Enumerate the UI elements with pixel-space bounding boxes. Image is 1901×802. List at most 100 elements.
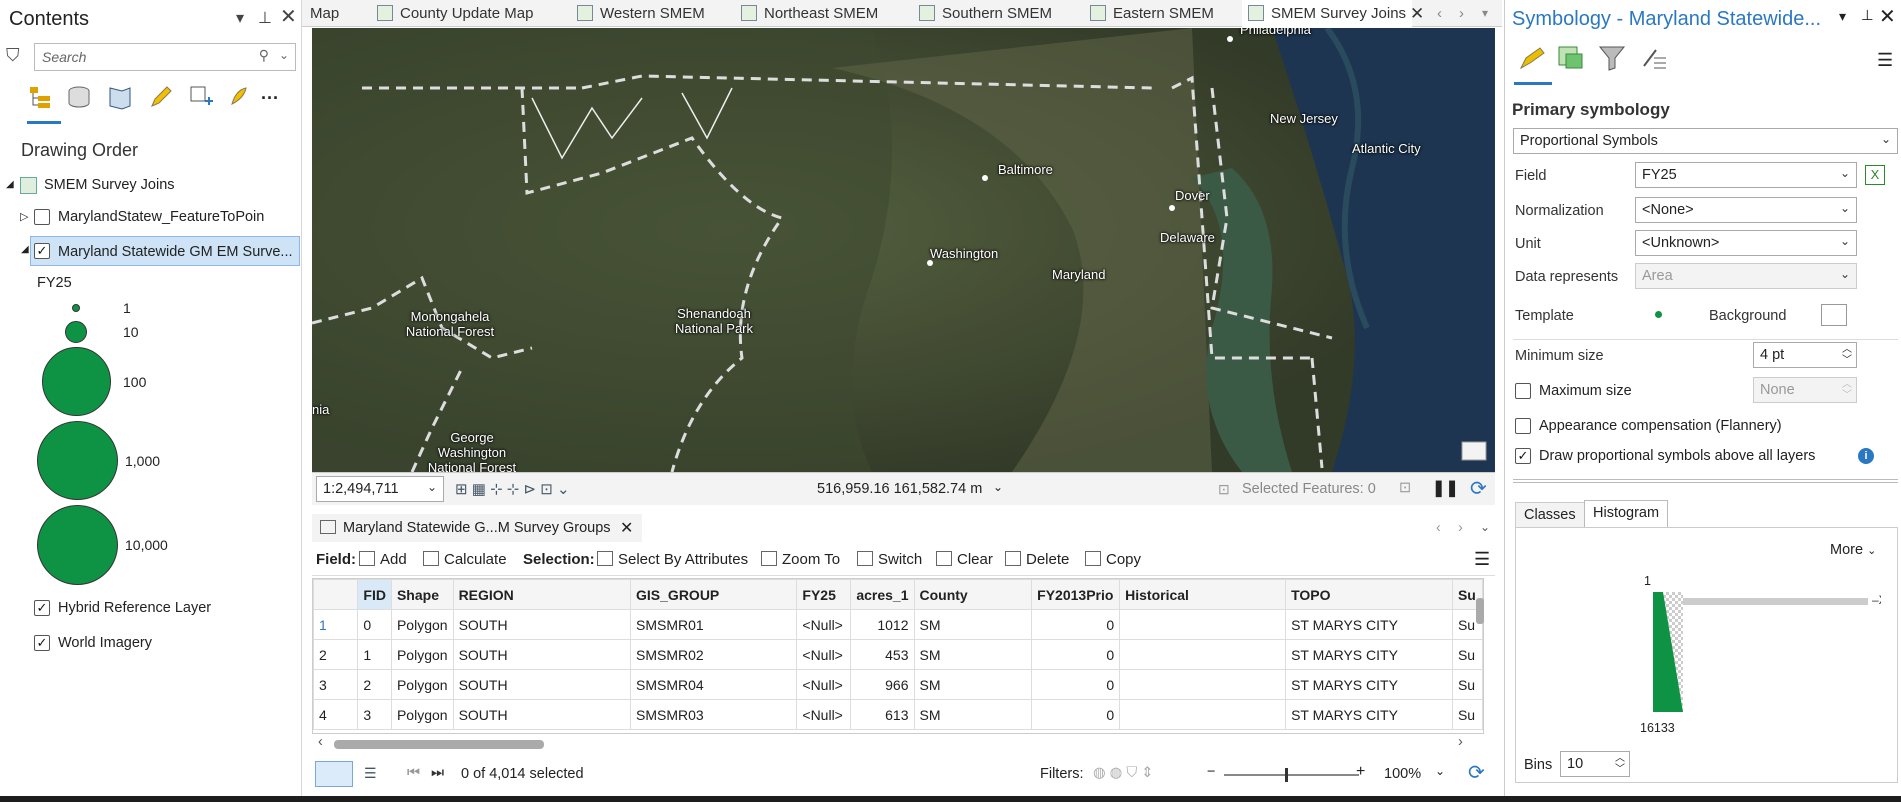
refresh-icon[interactable]: ⟳ [1468,760,1485,785]
vary-symbology-tab[interactable] [1556,44,1586,72]
coordinates-readout[interactable]: 516,959.16 161,582.74 m [817,481,982,497]
filter-icons[interactable]: ◍ ◍ ⛉ ⇕ [1093,765,1153,781]
chevron-down-icon[interactable]: ⌄ [1435,764,1445,778]
scroll-left-icon[interactable]: ‹ [1437,0,1442,27]
tree-item-statewide-selected[interactable]: ✓ Maryland Statewide GM EM Surve... [30,236,300,266]
table-cell[interactable]: SMSMR01 [630,609,798,640]
map-overview-icon[interactable] [1461,441,1487,461]
table-cell[interactable]: ST MARYS CITY [1285,669,1453,700]
symbol-layer-drawing-tab[interactable] [1598,44,1628,72]
table-cell[interactable]: ST MARYS CITY [1285,699,1453,730]
table-cell[interactable]: 0 [1031,609,1121,640]
table-cell[interactable]: SMSMR04 [630,669,798,700]
tree-item-feature-to-point[interactable]: ▷ MarylandStatew_FeatureToPoin [0,202,300,232]
delete-button[interactable]: Delete [1005,551,1069,568]
scroll-right-icon[interactable]: › [1459,0,1464,27]
tab-classes[interactable]: Classes [1515,502,1585,528]
table-cell[interactable]: SM [913,609,1033,640]
chevron-down-icon[interactable]: ⌄ [1480,520,1490,534]
maximum-size-spinner[interactable]: None ︿ ﹀ [1753,377,1857,403]
tab-northeast-smem[interactable]: Northeast SMEM [741,0,878,27]
table-cell[interactable] [1119,639,1287,670]
unit-dropdown[interactable]: <Unknown> ⌄ [1635,230,1857,256]
zoom-out-icon[interactable]: − [1207,764,1215,780]
background-swatch[interactable] [1821,304,1847,326]
display-filters-tab[interactable] [1640,44,1670,72]
table-cell[interactable]: <Null> [796,669,852,700]
zoom-in-icon[interactable]: + [1356,763,1365,781]
table-cell[interactable]: 453 [850,639,915,670]
column-header[interactable]: Shape [390,579,454,610]
collapse-triangle-icon[interactable]: ▷ [20,202,28,232]
copy-button[interactable]: Copy [1085,551,1141,568]
table-row[interactable]: 3 2 Polygon SOUTH SMSMR04 <Null> 966 SM 0 ST MARY… [313,669,1483,700]
tree-item-hybrid[interactable]: ✓ Hybrid Reference Layer [0,593,300,623]
column-header[interactable]: TOPO [1285,579,1453,610]
layer-visibility-checkbox[interactable]: ✓ [34,635,50,651]
layer-visibility-checkbox[interactable]: ✓ [34,243,50,259]
table-cell[interactable]: 966 [850,669,915,700]
table-cell[interactable]: Polygon [390,609,454,640]
table-tab[interactable]: Maryland Statewide G...M Survey Groups ✕ [312,514,642,544]
flannery-checkbox[interactable] [1515,418,1531,434]
list-by-drawing-order-icon[interactable] [28,84,54,110]
close-icon[interactable]: ✕ [280,4,297,29]
table-cell[interactable] [1119,609,1287,640]
table-menu-icon[interactable]: ☰ [1474,549,1490,570]
refresh-icon[interactable]: ⟳ [1470,476,1487,501]
table-cell[interactable]: <Null> [796,699,852,730]
pin-icon[interactable]: ⊥ [1861,8,1874,24]
list-by-labeling-icon[interactable] [226,84,252,110]
spinner-arrows-icon[interactable]: ︿ ﹀ [1842,344,1852,366]
table-cell[interactable]: 3 [357,699,392,730]
tab-histogram[interactable]: Histogram [1584,500,1669,528]
chevron-down-icon[interactable]: ⌄ [279,48,289,62]
zoom-to-button[interactable]: Zoom To [761,551,840,568]
map-view[interactable]: Philadelphia New Jersey Atlantic City Ba… [312,28,1495,472]
show-all-records-button[interactable] [315,761,353,787]
row-number[interactable]: 2 [313,639,359,670]
list-by-snapping-icon[interactable] [188,84,214,110]
table-cell[interactable]: Polygon [390,699,454,730]
row-number[interactable]: 4 [313,699,359,730]
table-cell[interactable]: SM [913,699,1033,730]
clear-button[interactable]: Clear [936,551,993,568]
table-cell[interactable]: 613 [850,699,915,730]
table-cell[interactable]: 0 [357,609,392,640]
column-header[interactable]: Historical [1119,579,1287,610]
search-input[interactable]: Search ⚲ ⌄ [34,43,296,71]
search-icon[interactable]: ⚲ [259,47,269,64]
column-header[interactable]: FID [357,579,392,610]
tab-eastern-smem[interactable]: Eastern SMEM [1090,0,1214,27]
table-cell[interactable]: 2 [357,669,392,700]
first-record-icon[interactable]: ⏮ [407,765,420,781]
tree-item-imagery[interactable]: ✓ World Imagery [0,628,300,658]
table-cell[interactable]: Su [1451,669,1483,700]
table-cell[interactable]: SOUTH [452,639,632,670]
expand-triangle-icon[interactable]: ◢ [6,170,14,200]
column-header[interactable]: GIS_GROUP [630,579,798,610]
filter-icon[interactable]: ⛉ [6,45,20,66]
table-cell[interactable]: 0 [1031,669,1121,700]
column-header[interactable]: acres_1 [850,579,915,610]
table-cell[interactable]: SOUTH [452,699,632,730]
column-header[interactable]: County [913,579,1033,610]
zoom-slider[interactable] [1224,774,1359,776]
table-cell[interactable]: SM [913,669,1033,700]
pane-menu-chevron-icon[interactable]: ▾ [1839,8,1846,25]
row-number[interactable]: 3 [313,669,359,700]
pane-options-icon[interactable]: ☰ [1877,50,1893,71]
layer-visibility-checkbox[interactable] [34,209,50,225]
scroll-left-icon[interactable]: ‹ [1436,520,1441,536]
horizontal-scrollbar-thumb[interactable] [334,740,544,749]
table-row[interactable]: 1 0 Polygon SOUTH SMSMR01 <Null> 1012 SM 0 ST MAR… [313,609,1483,640]
scale-dropdown[interactable]: 1:2,494,711 ⌄ [316,476,444,502]
table-cell[interactable]: SMSMR03 [630,699,798,730]
table-cell[interactable] [1119,669,1287,700]
vertical-scrollbar-thumb[interactable] [1476,598,1484,624]
chevron-down-icon[interactable]: ⌄ [993,480,1003,494]
zoom-level[interactable]: 100% [1384,766,1421,782]
field-dropdown[interactable]: FY25 ⌄ [1635,162,1857,188]
table-cell[interactable]: ST MARYS CITY [1285,609,1453,640]
info-icon[interactable]: i [1858,448,1874,464]
